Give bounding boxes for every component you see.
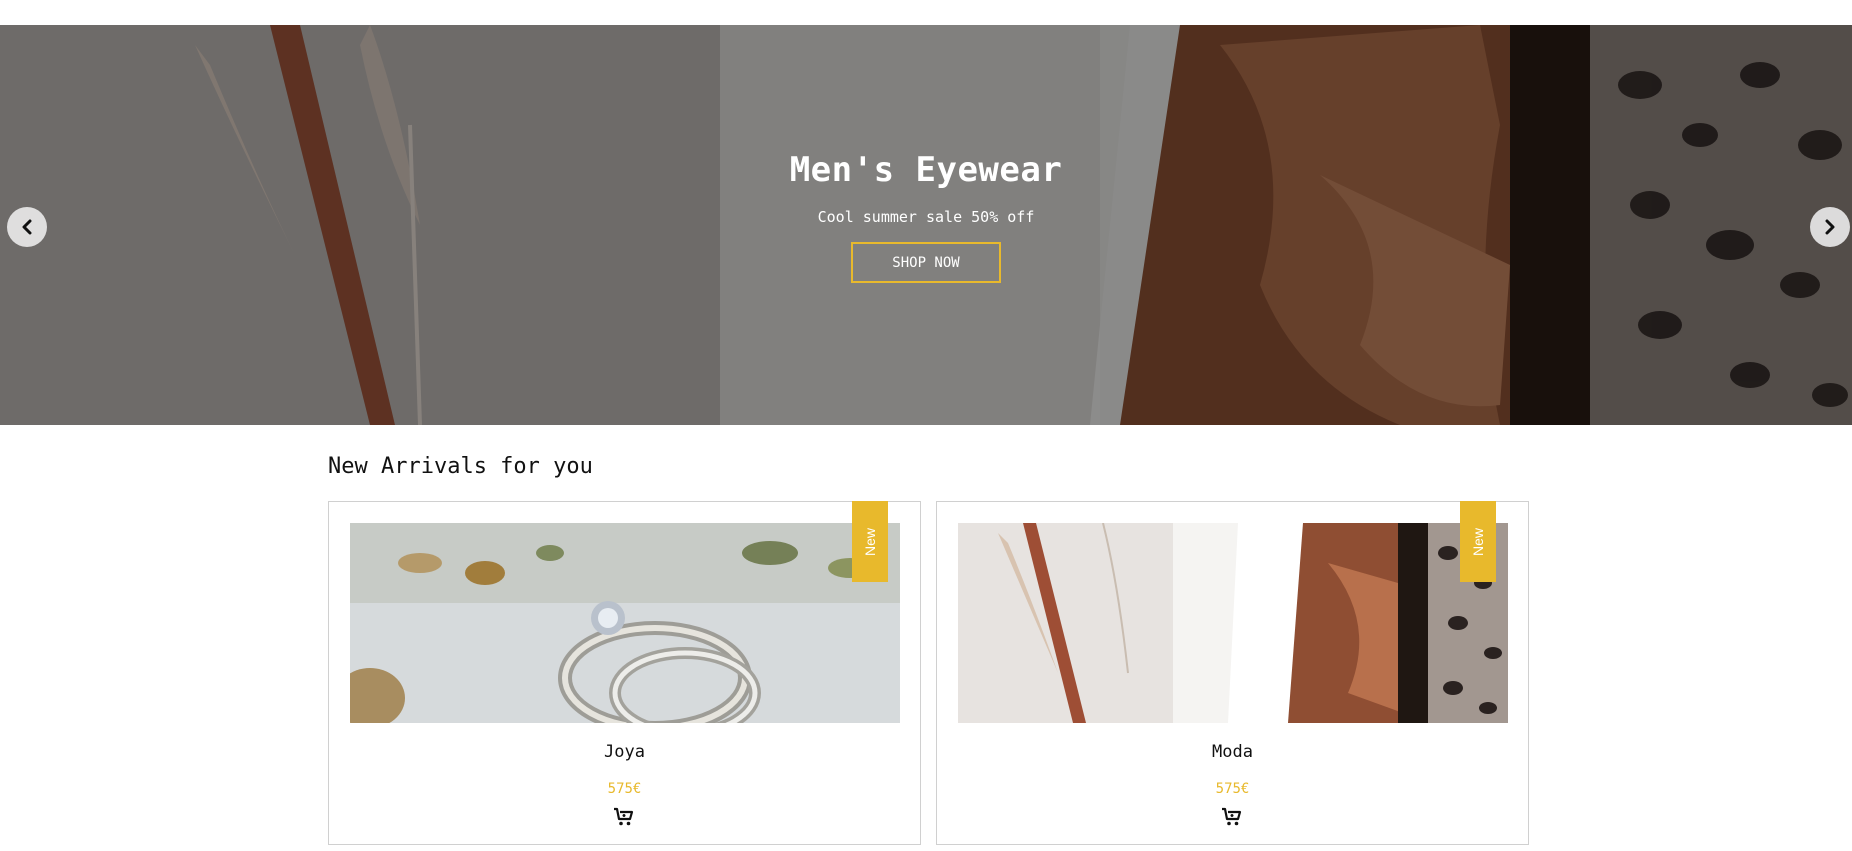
hero-slider: Men's Eyewear Cool summer sale 50% off S… [0, 25, 1852, 425]
rings-image [350, 523, 900, 723]
product-card[interactable]: New Joya 575€ [328, 501, 921, 845]
product-price: 575€ [1215, 781, 1250, 797]
product-card[interactable]: New Moda 575€ [936, 501, 1529, 845]
shop-now-button[interactable]: SHOP NOW [851, 242, 1001, 283]
product-image[interactable] [350, 523, 900, 723]
cart-icon[interactable] [613, 807, 635, 827]
slider-next-button[interactable] [1810, 207, 1850, 247]
new-badge: New [852, 501, 888, 582]
chevron-right-icon [1825, 219, 1835, 235]
hero-title: Men's Eyewear [789, 150, 1063, 190]
clothes-image [958, 523, 1508, 723]
chevron-left-icon [22, 219, 32, 235]
product-name[interactable]: Joya [329, 742, 920, 762]
product-price: 575€ [607, 781, 642, 797]
hero-subtitle: Cool summer sale 50% off [817, 208, 1035, 226]
new-badge: New [1460, 501, 1496, 582]
product-name[interactable]: Moda [937, 742, 1528, 762]
top-bar [0, 0, 1852, 25]
cart-icon[interactable] [1221, 807, 1243, 827]
hero-content: Men's Eyewear Cool summer sale 50% off S… [0, 25, 1852, 425]
slider-prev-button[interactable] [7, 207, 47, 247]
product-image[interactable] [958, 523, 1508, 723]
section-title: New Arrivals for you [328, 454, 593, 479]
